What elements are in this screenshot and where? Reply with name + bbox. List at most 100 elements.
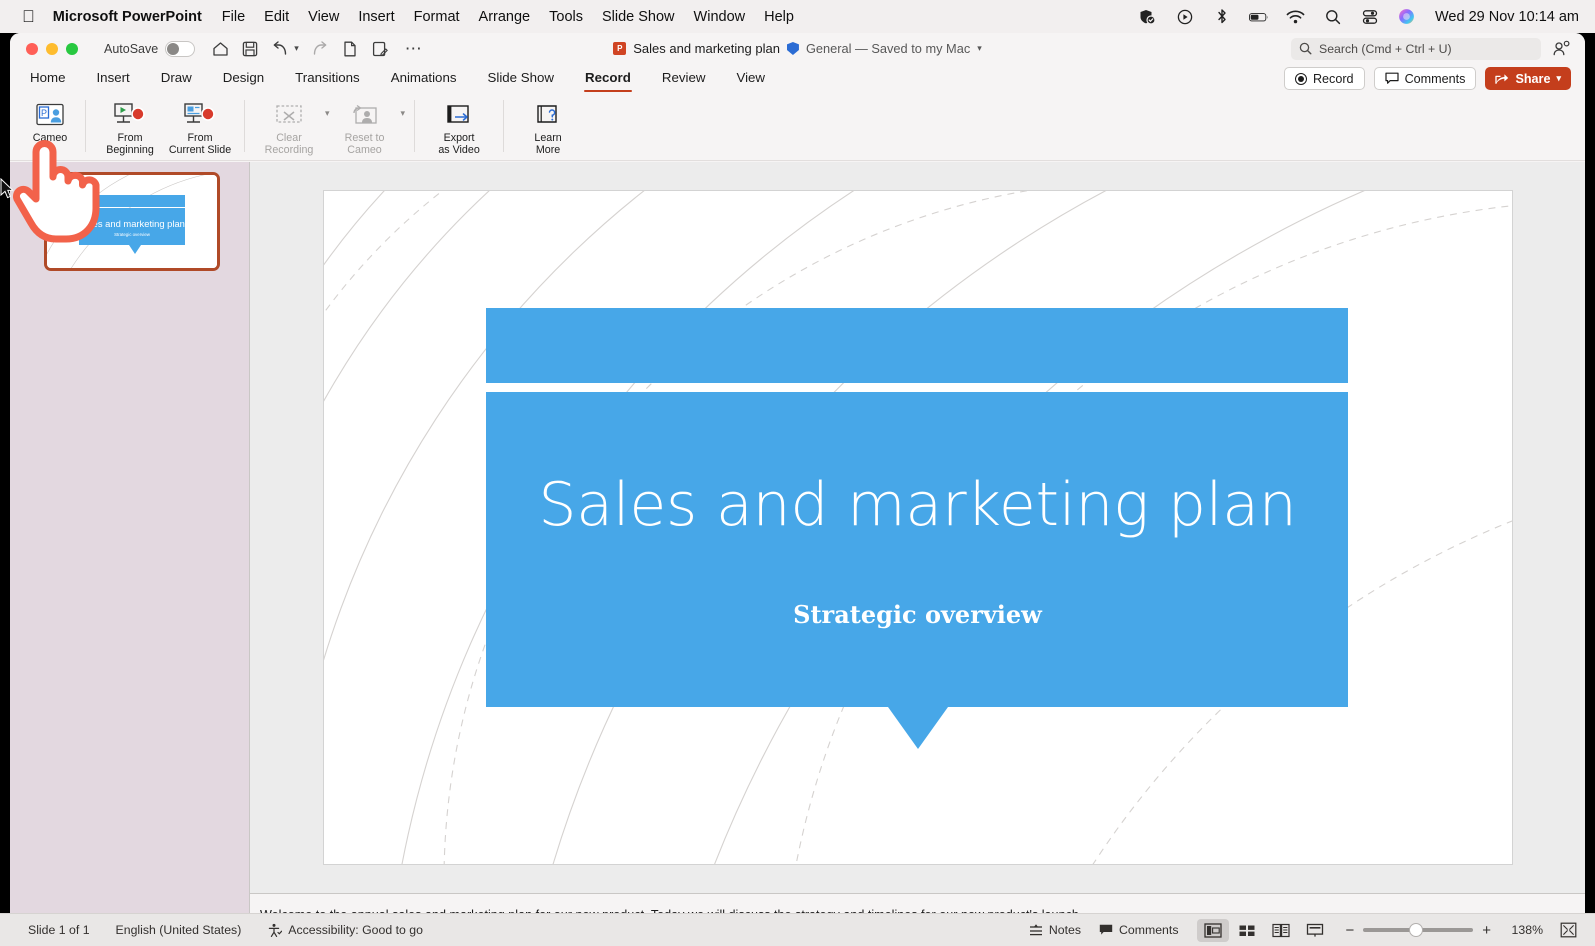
reset-to-cameo-icon [350,100,380,130]
zoom-out-button[interactable]: − [1345,922,1354,939]
undo-dropdown-caret-icon[interactable]: ▾ [294,43,299,54]
autosave-control[interactable]: AutoSave [104,40,196,57]
ribbon-button-export-as-video[interactable]: Export as Video [424,98,494,156]
thumbnail-accent-bar [79,195,185,207]
document-location[interactable]: General — Saved to my Mac [806,41,970,56]
normal-view-icon[interactable] [1197,918,1230,942]
slide-thumbnail-1[interactable]: Sales and marketing plan Strategic overv… [44,172,220,271]
reading-view-icon[interactable] [1265,919,1297,942]
home-icon[interactable] [211,40,229,58]
menu-item-arrange[interactable]: Arrange [479,9,531,25]
window-controls [26,42,78,55]
powerpoint-file-icon: P [613,42,627,55]
ribbon-separator [85,100,86,152]
menu-item-format[interactable]: Format [414,9,460,25]
accessibility-status[interactable]: Accessibility: Good to go [267,923,423,938]
slide-body-shape[interactable] [486,391,1348,707]
slide-subtitle-text[interactable]: Strategic overview [324,600,1512,629]
accessibility-icon [269,923,283,937]
autosave-toggle[interactable] [165,40,196,57]
document-title[interactable]: Sales and marketing plan [633,41,780,56]
play-circle-icon[interactable] [1175,8,1195,26]
share-button[interactable]: Share ▾ [1485,67,1571,90]
minimize-window-button[interactable] [46,42,58,55]
menu-item-file[interactable]: File [222,9,245,25]
menu-bar-clock[interactable]: Wed 29 Nov 10:14 am [1435,9,1579,25]
tab-draw[interactable]: Draw [161,70,192,87]
slide-sorter-icon[interactable] [1231,919,1263,942]
collaborators-icon[interactable] [1551,40,1571,58]
chevron-down-icon[interactable]: ▾ [1556,73,1561,84]
ribbon-button-clear-recording-combo[interactable]: Clear Recording ▾ [254,98,330,156]
search-input[interactable]: Search (Cmd + Ctrl + U) [1291,37,1541,60]
close-window-button[interactable] [26,42,38,55]
search-icon[interactable] [1323,8,1343,26]
cameo-icon: P [35,100,65,130]
record-button[interactable]: Record [1283,67,1365,90]
menu-item-view[interactable]: View [308,9,339,25]
redo-icon[interactable] [311,40,329,58]
bluetooth-icon[interactable] [1212,8,1232,26]
zoom-slider[interactable] [1363,923,1474,937]
ribbon-button-export-as-video-label2: as Video [438,143,480,156]
ribbon-button-reset-to-cameo: Reset to Cameo [330,98,400,156]
slide-title-text[interactable]: Sales and marketing plan [324,470,1512,540]
ribbon-button-cameo[interactable]: P Cameo [24,98,76,145]
comments-button[interactable]: Comments [1373,67,1477,90]
tab-home[interactable]: Home [30,70,65,87]
view-mode-buttons [1197,918,1331,942]
zoom-in-button[interactable]: + [1482,922,1491,939]
tab-insert[interactable]: Insert [96,70,129,87]
status-comments-button[interactable]: Comments [1090,920,1187,940]
apple-logo-icon[interactable]:  [22,8,35,25]
new-slide-icon[interactable] [341,40,359,58]
language-label[interactable]: English (United States) [116,923,242,937]
quick-print-icon[interactable] [371,40,389,58]
slide-title-bar-shape[interactable] [486,308,1348,383]
menu-item-tools[interactable]: Tools [549,9,583,25]
thumbnail-row[interactable]: 1 Sales and marketing plan Strategic ove… [10,162,249,271]
ribbon-button-from-beginning-label2: Beginning [106,143,154,156]
fit-to-window-icon[interactable] [1555,919,1581,941]
comments-button-label: Comments [1404,71,1466,86]
menu-item-slide-show[interactable]: Slide Show [602,9,675,25]
tab-design[interactable]: Design [223,70,264,87]
ribbon-button-learn-more-label2: More [535,143,561,156]
ribbon-button-learn-more[interactable]: Learn More [513,98,583,156]
ribbon-button-from-current-slide[interactable]: From Current Slide [165,98,235,156]
menu-item-edit[interactable]: Edit [264,9,289,25]
share-button-label: Share [1515,71,1551,86]
export-as-video-icon [444,100,474,130]
chevron-down-icon[interactable]: ▾ [977,43,982,54]
tab-view[interactable]: View [736,70,765,87]
search-icon [1299,42,1312,55]
slide-thumbnail-pane[interactable]: 1 Sales and marketing plan Strategic ove… [10,162,250,946]
shield-check-icon[interactable] [1138,8,1158,26]
menu-item-help[interactable]: Help [764,9,794,25]
tab-animations[interactable]: Animations [391,70,457,87]
ribbon-button-reset-to-cameo-combo[interactable]: Reset to Cameo ▾ [330,98,405,156]
tab-slide-show[interactable]: Slide Show [488,70,555,87]
battery-icon[interactable] [1249,8,1269,26]
ribbon-button-from-beginning[interactable]: From Beginning [95,98,165,156]
siri-icon[interactable] [1397,8,1417,26]
undo-icon[interactable] [271,40,289,58]
control-center-icon[interactable] [1360,8,1380,26]
slide-canvas-area[interactable]: Sales and marketing plan Strategic overv… [250,162,1585,893]
tab-record[interactable]: Record [584,70,632,92]
save-icon[interactable] [241,40,259,58]
maximize-window-button[interactable] [66,42,78,55]
tab-transitions[interactable]: Transitions [295,70,360,87]
zoom-slider-handle[interactable] [1409,923,1424,937]
slide-editor: Sales and marketing plan Strategic overv… [250,162,1585,946]
tab-review[interactable]: Review [662,70,706,87]
slide-canvas[interactable]: Sales and marketing plan Strategic overv… [323,191,1512,864]
menu-item-window[interactable]: Window [694,9,746,25]
wifi-icon[interactable] [1286,8,1306,26]
thumbnail-canvas: Sales and marketing plan Strategic overv… [47,175,217,268]
more-icon[interactable]: ⋯ [405,40,423,57]
presenter-view-icon[interactable] [1299,919,1331,942]
menu-item-insert[interactable]: Insert [358,9,394,25]
menu-app-name[interactable]: Microsoft PowerPoint [53,9,202,25]
notes-button[interactable]: Notes [1020,920,1090,940]
